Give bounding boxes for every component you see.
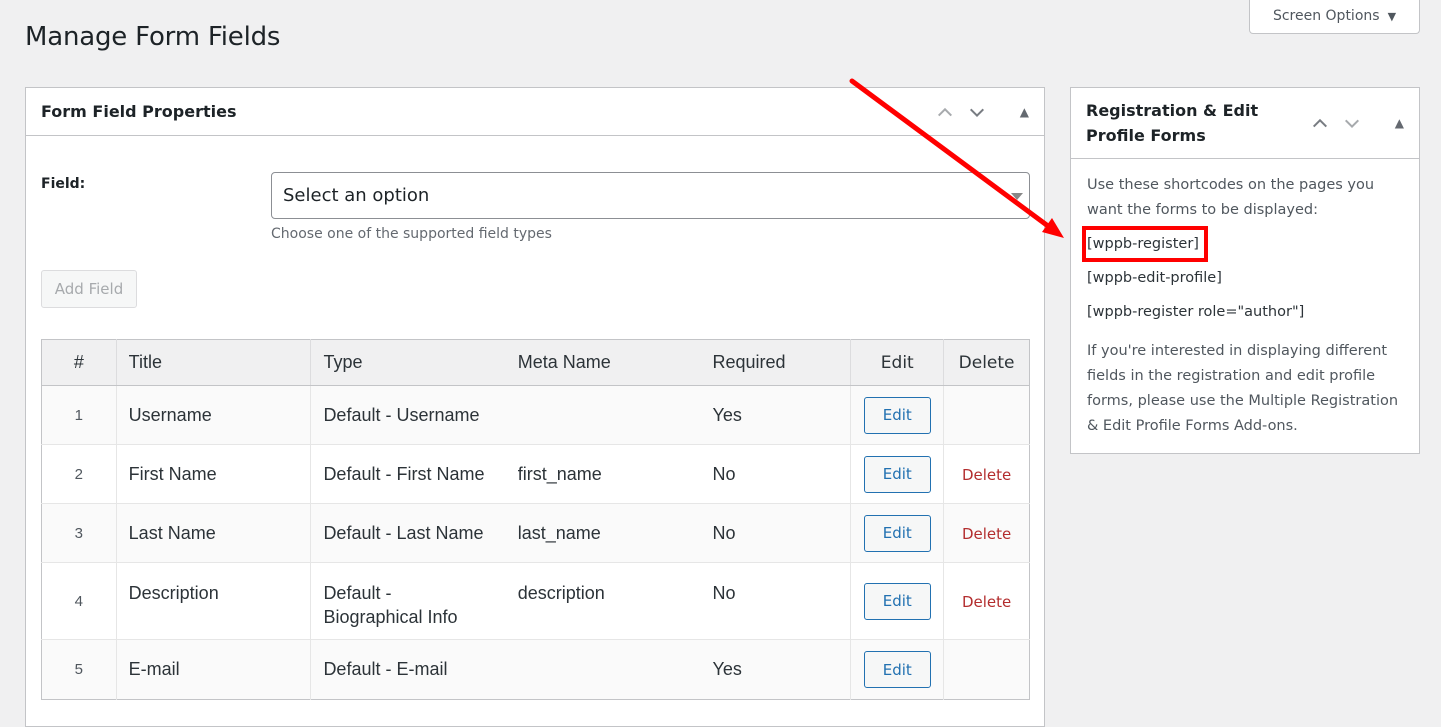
row-title: First Name [115, 444, 312, 504]
row-required: Yes [700, 639, 851, 700]
table-row: 4 Description Default - Biographical Inf… [41, 562, 1030, 640]
move-down-icon[interactable] [961, 96, 993, 128]
edit-button[interactable]: Edit [863, 651, 931, 688]
delete-link[interactable]: Delete [962, 525, 1011, 543]
handle-actions: ▲ [929, 96, 1029, 128]
col-type: Type [310, 339, 506, 386]
row-type: Default - Last Name [310, 503, 506, 563]
dropdown-caret-icon [1011, 193, 1023, 200]
row-title: E-mail [115, 639, 312, 700]
postbox-header: Registration & Edit Profile Forms ▲ [1071, 88, 1419, 159]
table-header-row: # Title Type Meta Name Required Edit Del… [41, 339, 1030, 386]
shortcode-register: [wppb-register] [1082, 226, 1208, 262]
edit-button[interactable]: Edit [863, 455, 931, 493]
row-delete-cell [943, 639, 1030, 700]
row-required: No [700, 444, 851, 504]
row-meta: last_name [505, 503, 701, 563]
row-delete-cell: Delete [943, 503, 1030, 563]
row-required: Yes [700, 385, 851, 445]
col-edit: Edit [850, 339, 945, 386]
col-delete: Delete [943, 339, 1030, 386]
collapse-toggle-icon[interactable]: ▲ [1368, 116, 1404, 130]
shortcodes-intro: Use these shortcodes on the pages you wa… [1087, 177, 1375, 218]
edit-button[interactable]: Edit [863, 396, 931, 434]
row-edit-cell: Edit [850, 562, 945, 640]
row-type: Default - First Name [310, 444, 506, 504]
add-field-button[interactable]: Add Field [41, 270, 137, 308]
row-meta [505, 385, 701, 445]
postbox-title: Registration & Edit Profile Forms [1086, 101, 1259, 145]
edit-button[interactable]: Edit [863, 582, 931, 620]
row-type: Default - Username [310, 385, 506, 445]
addons-note: If you're interested in displaying diffe… [1087, 343, 1399, 434]
col-required: Required [700, 339, 851, 386]
col-num: # [41, 339, 117, 386]
form-field-properties-box: Form Field Properties ▲ Field: Select an… [25, 87, 1045, 727]
arrow-head [1042, 218, 1064, 238]
select-value: Select an option [283, 185, 430, 206]
row-title: Description [115, 562, 312, 640]
row-type: Default - Biographical Info [310, 562, 506, 640]
row-edit-cell: Edit [850, 444, 945, 504]
table-row: 2 First Name Default - First Name first_… [41, 444, 1030, 504]
col-meta-name: Meta Name [505, 339, 701, 386]
row-delete-cell [943, 385, 1030, 445]
row-delete-cell: Delete [943, 562, 1030, 640]
field-type-select[interactable]: Select an option [271, 172, 1030, 219]
delete-link[interactable]: Delete [962, 466, 1011, 484]
row-num: 3 [41, 503, 117, 563]
screen-options-label: Screen Options [1272, 8, 1380, 24]
row-edit-cell: Edit [850, 385, 945, 445]
delete-link[interactable]: Delete [962, 593, 1011, 611]
collapse-toggle-icon[interactable]: ▲ [993, 105, 1029, 119]
edit-button[interactable]: Edit [863, 514, 931, 552]
move-up-icon[interactable] [1304, 107, 1336, 139]
field-description: Choose one of the supported field types [271, 226, 552, 242]
row-meta [505, 639, 701, 700]
row-edit-cell: Edit [850, 503, 945, 563]
row-num: 2 [41, 444, 117, 504]
triangle-down-icon: ▼ [1387, 9, 1397, 23]
postbox-title: Form Field Properties [41, 102, 237, 121]
move-down-icon[interactable] [1336, 107, 1368, 139]
table-row: 5 E-mail Default - E-mail Yes Edit [41, 639, 1030, 700]
row-num: 1 [41, 385, 117, 445]
field-label: Field: [41, 176, 86, 192]
postbox-header: Form Field Properties ▲ [26, 88, 1044, 136]
table-row: 1 Username Default - Username Yes Edit [41, 385, 1030, 445]
registration-forms-box: Registration & Edit Profile Forms ▲ Use … [1070, 87, 1420, 454]
side-box-body: Use these shortcodes on the pages you wa… [1071, 159, 1419, 453]
screen-options-button[interactable]: Screen Options ▼ [1249, 0, 1420, 34]
row-delete-cell: Delete [943, 444, 1030, 504]
row-title: Last Name [115, 503, 312, 563]
row-meta: first_name [505, 444, 701, 504]
row-edit-cell: Edit [850, 639, 945, 700]
move-up-icon[interactable] [929, 96, 961, 128]
row-required: No [700, 503, 851, 563]
shortcode-register-author: [wppb-register role="author"] [1087, 304, 1305, 320]
row-num: 4 [41, 562, 117, 640]
row-meta: description [505, 562, 701, 640]
table-row: 3 Last Name Default - Last Name last_nam… [41, 503, 1030, 563]
page-title: Manage Form Fields [25, 22, 281, 52]
row-title: Username [115, 385, 312, 445]
shortcode-edit-profile: [wppb-edit-profile] [1087, 270, 1222, 286]
fields-table: # Title Type Meta Name Required Edit Del… [41, 339, 1030, 700]
col-title: Title [115, 339, 312, 386]
row-type: Default - E-mail [310, 639, 506, 700]
row-num: 5 [41, 639, 117, 700]
row-required: No [700, 562, 851, 640]
handle-actions: ▲ [1304, 107, 1404, 139]
